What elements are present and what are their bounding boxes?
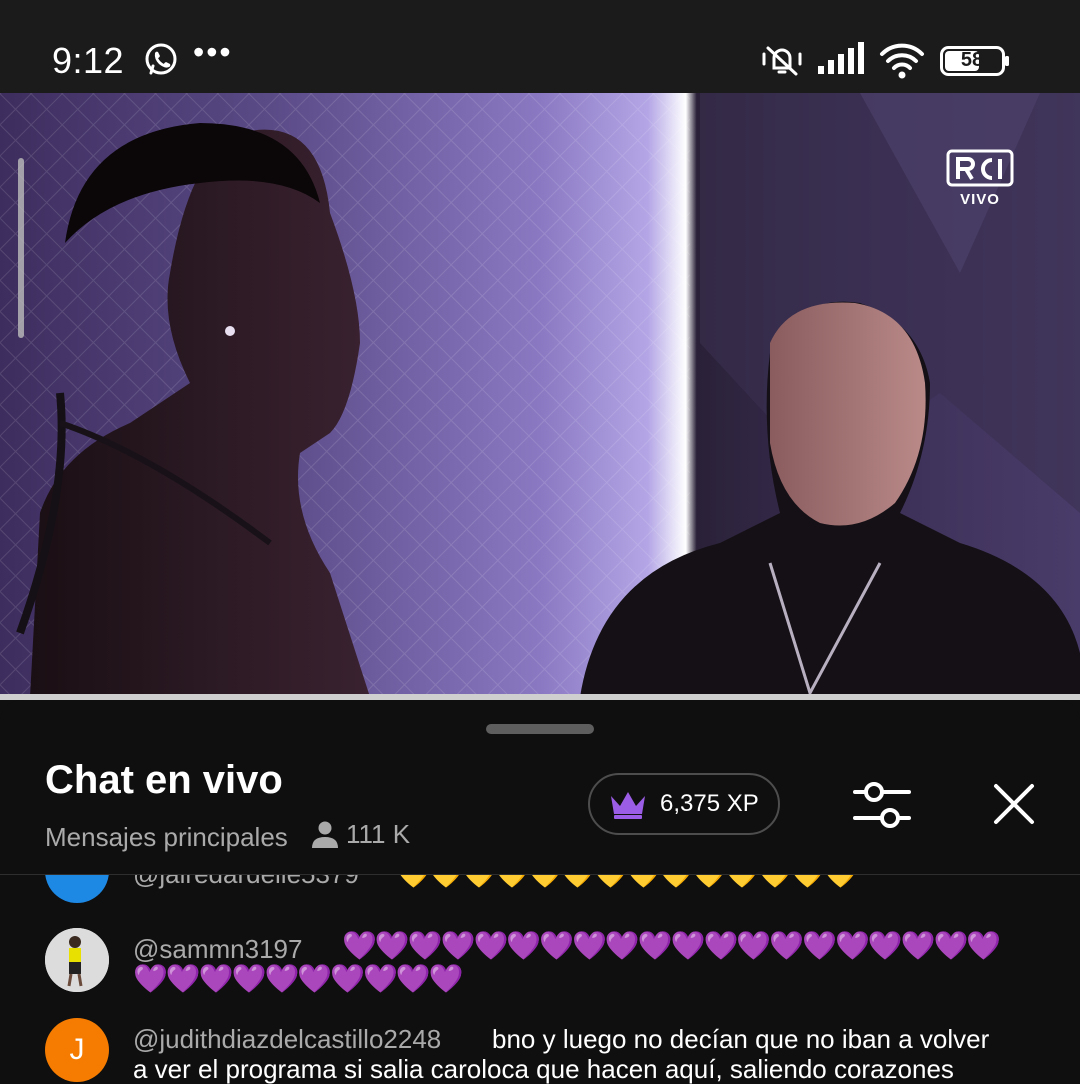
- xp-button[interactable]: 6,375 XP: [588, 773, 780, 835]
- xp-value: 6,375 XP: [660, 790, 759, 817]
- chat-mode-selector[interactable]: Mensajes principales: [45, 822, 288, 853]
- message-author[interactable]: @sammn3197: [133, 934, 302, 965]
- video-seek-indicator[interactable]: [18, 158, 24, 338]
- status-bar: 9:12 ••• 58: [0, 0, 1080, 93]
- battery-icon: 58: [940, 46, 1010, 76]
- avatar-image: [45, 928, 109, 992]
- viewer-count: 111 K: [310, 816, 410, 852]
- status-time: 9:12: [52, 40, 125, 81]
- filter-settings-icon[interactable]: [852, 778, 912, 832]
- message-text-line-1: 💜💜💜💜💜💜💜💜💜💜💜💜💜💜💜💜💜💜💜💜: [342, 930, 1001, 961]
- message-text: 💛💛💛💛💛💛💛💛💛💛💛💛💛💛: [396, 875, 858, 891]
- message-author[interactable]: @jairedardelle5379: [133, 875, 359, 890]
- video-frame: [0, 93, 1080, 697]
- message-author[interactable]: @judithdiazdelcastillo2248: [133, 1024, 441, 1055]
- battery-level: 58: [960, 49, 984, 71]
- chat-title: Chat en vivo: [45, 758, 283, 802]
- wifi-icon: [880, 43, 924, 79]
- drag-handle[interactable]: [486, 724, 594, 734]
- close-icon[interactable]: [990, 780, 1038, 828]
- live-label: VIVO: [960, 191, 1000, 208]
- video-player[interactable]: VIVO: [0, 93, 1080, 697]
- viewer-count-value: 111 K: [346, 818, 411, 849]
- more-notifications-icon: •••: [193, 34, 233, 70]
- cell-signal-icon: [818, 42, 864, 74]
- chat-message: @jairedardelle5379 💛💛💛💛💛💛💛💛💛💛💛💛💛💛: [0, 875, 1080, 905]
- avatar[interactable]: [45, 928, 109, 992]
- avatar[interactable]: [45, 875, 109, 903]
- avatar-initial: J: [69, 1033, 85, 1066]
- avatar[interactable]: J: [45, 1018, 109, 1082]
- message-text-line-1: bno y luego no decían que no iban a volv…: [492, 1024, 990, 1054]
- person-icon: [312, 821, 338, 848]
- muted-bell-icon: [762, 46, 802, 76]
- message-text-line-2: 💜💜💜💜💜💜💜💜💜💜: [133, 963, 464, 994]
- crown-icon: [611, 792, 645, 819]
- whatsapp-icon: [145, 43, 177, 75]
- channel-logo: [946, 149, 1014, 187]
